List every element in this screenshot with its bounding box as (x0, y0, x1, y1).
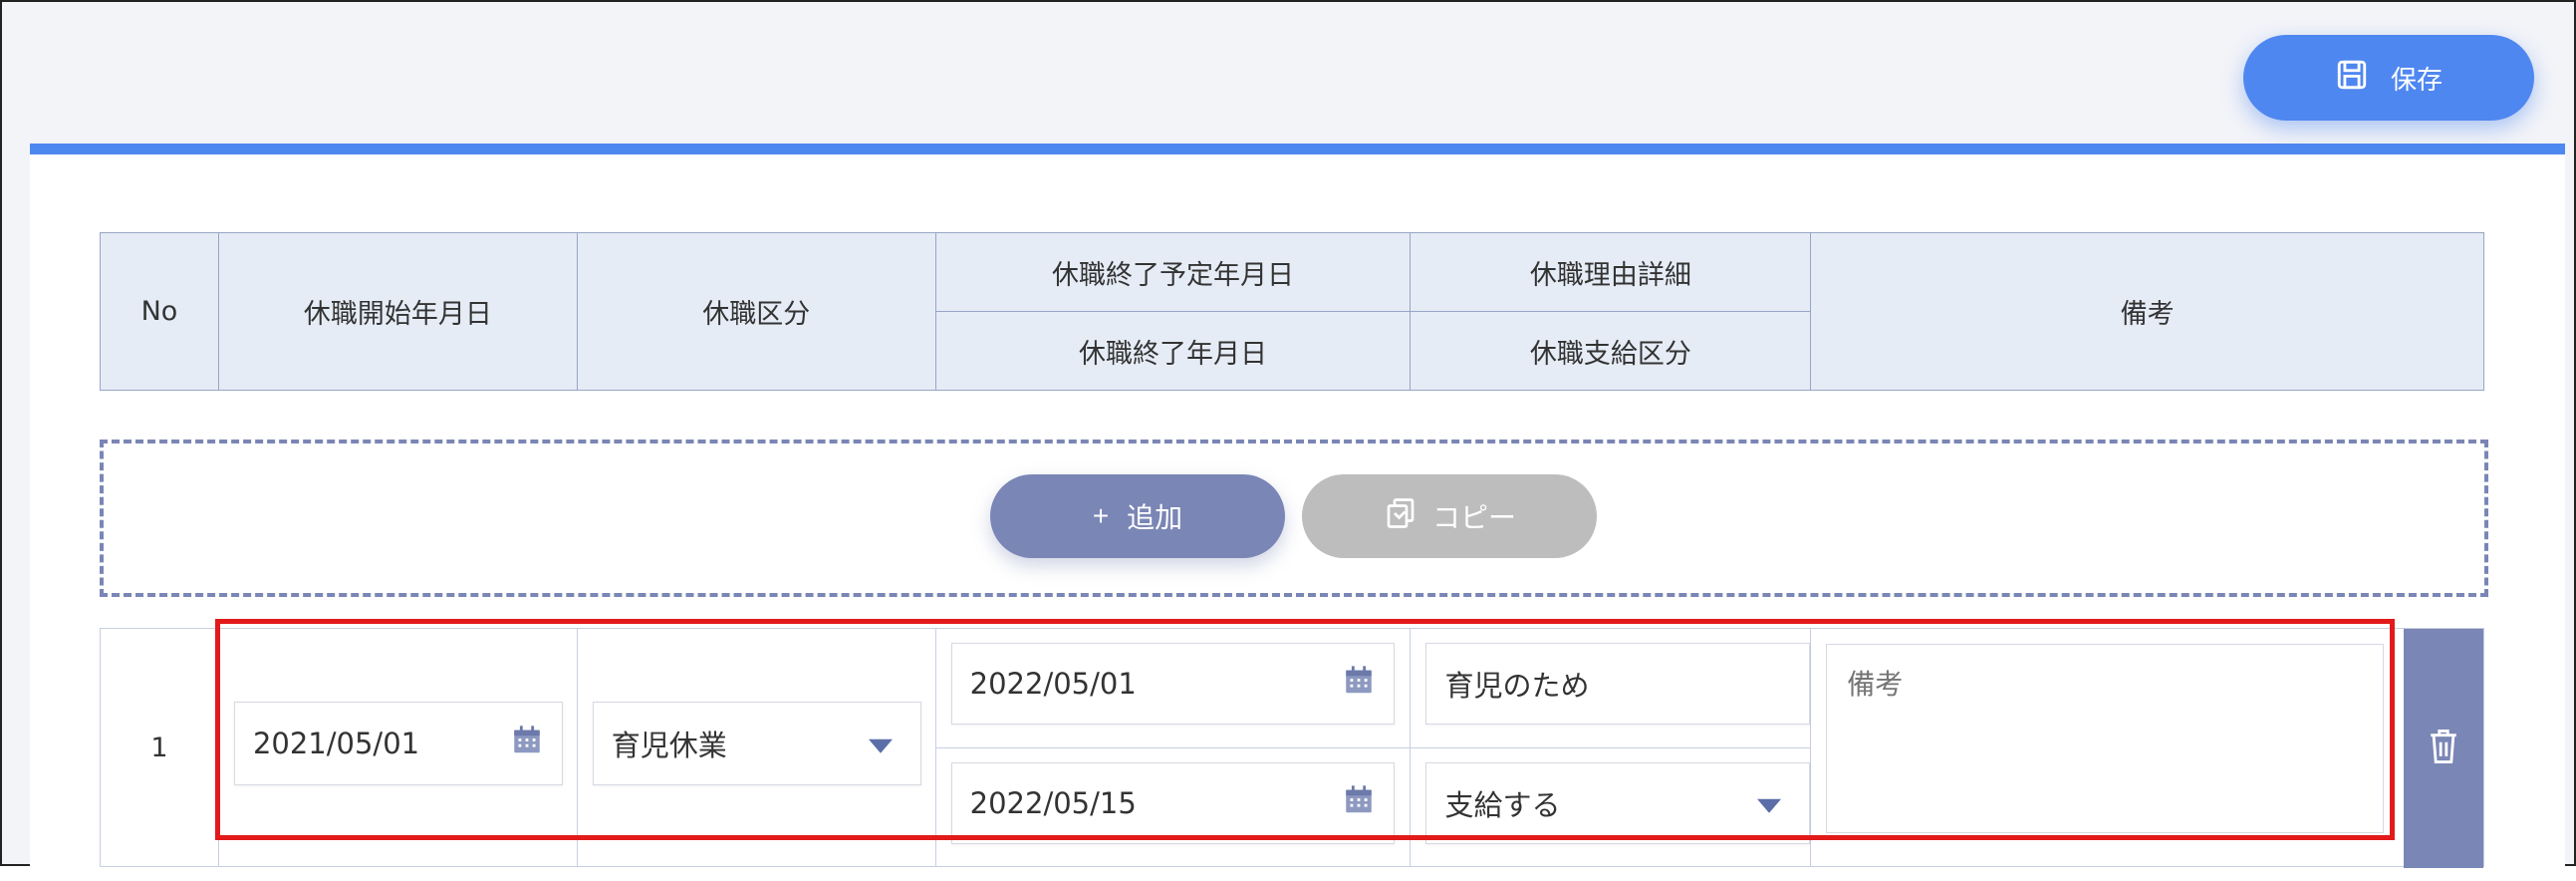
pay-category-select[interactable]: 支給する (1425, 761, 1811, 844)
start-date-field[interactable]: 2021/05/01 (233, 702, 563, 785)
remarks-textarea[interactable] (1826, 644, 2385, 833)
pay-category-value: 支給する (1444, 787, 1561, 822)
header-no: No (100, 232, 219, 391)
end-date-field[interactable]: 2022/05/15 (950, 761, 1395, 844)
table-header: No 休職開始年月日 休職区分 休職終了予定年月日 休職理由詳細 備考 休職終了… (100, 232, 2484, 391)
start-date-value: 2021/05/01 (252, 727, 420, 760)
save-button[interactable]: 保存 (2243, 35, 2534, 121)
header-remarks: 備考 (1810, 232, 2484, 391)
save-icon (2335, 58, 2369, 99)
reason-detail-field[interactable]: 育児のため (1425, 643, 1811, 725)
category-value: 育児休業 (611, 729, 727, 762)
planned-end-date-value: 2022/05/01 (969, 667, 1137, 701)
end-date-value: 2022/05/15 (969, 785, 1137, 820)
start-date-cell: 2021/05/01 (217, 628, 578, 867)
planned-end-date-field[interactable]: 2022/05/01 (950, 643, 1395, 725)
category-cell: 育児休業 (576, 628, 936, 867)
plus-icon: + (1092, 500, 1110, 531)
remarks-cell (1810, 628, 2484, 867)
header-reason-detail: 休職理由詳細 (1410, 232, 1812, 312)
table-row: 1 2021/05/01 育児休業 2022/05/01 育児のため 備考 20… (100, 628, 2484, 867)
header-start-date: 休職開始年月日 (217, 232, 578, 391)
add-button[interactable]: + 追加 (990, 474, 1285, 558)
save-button-label: 保存 (2390, 64, 2443, 95)
pay-category-cell: 支給する (1410, 746, 1812, 867)
trash-icon (2427, 727, 2460, 770)
header-category: 休職区分 (576, 232, 936, 391)
category-select[interactable]: 育児休業 (592, 702, 921, 785)
chevron-down-icon[interactable] (1757, 798, 1782, 813)
calendar-icon[interactable] (1342, 664, 1376, 705)
planned-end-date-cell: 2022/05/01 (934, 628, 1412, 748)
copy-icon (1383, 495, 1418, 538)
end-date-cell: 2022/05/15 (934, 746, 1412, 867)
header-end-date: 休職終了年月日 (934, 311, 1412, 391)
calendar-icon[interactable] (510, 724, 544, 764)
app-window: 保存 No 休職開始年月日 休職区分 休職終了予定年月日 休職理由詳細 備考 休… (0, 0, 2576, 881)
add-row-zone: + 追加 コピー (100, 440, 2488, 597)
leave-form-card: No 休職開始年月日 休職区分 休職終了予定年月日 休職理由詳細 備考 休職終了… (30, 144, 2565, 881)
calendar-icon[interactable] (1342, 782, 1376, 823)
chevron-down-icon[interactable] (868, 738, 893, 753)
delete-row-button[interactable] (2404, 629, 2483, 868)
reason-detail-cell: 育児のため (1410, 628, 1812, 748)
add-button-label: 追加 (1127, 502, 1183, 533)
row-number: 1 (100, 628, 219, 867)
reason-detail-value: 育児のため (1444, 669, 1590, 703)
copy-button-label: コピー (1431, 502, 1516, 533)
header-pay-category: 休職支給区分 (1410, 311, 1812, 391)
header-planned-end-date: 休職終了予定年月日 (934, 232, 1412, 312)
copy-button[interactable]: コピー (1302, 474, 1597, 558)
